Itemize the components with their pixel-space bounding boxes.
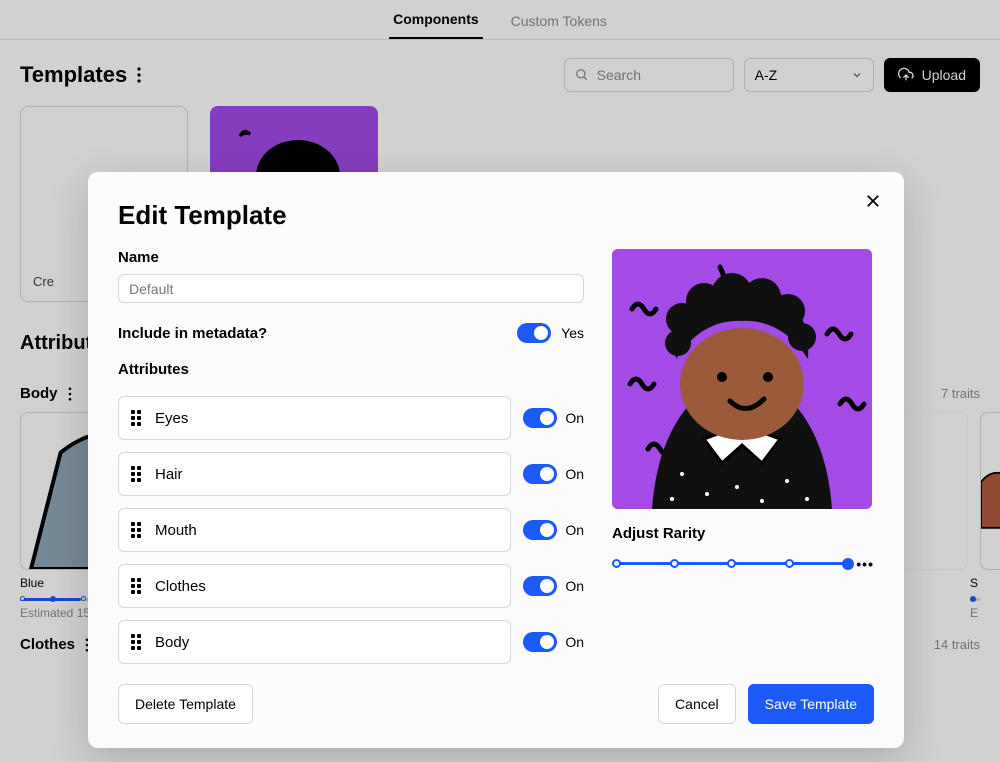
- drag-handle-icon[interactable]: [131, 634, 141, 650]
- delete-template-button[interactable]: Delete Template: [118, 684, 253, 724]
- drag-handle-icon[interactable]: [131, 522, 141, 538]
- attribute-toggle-state: On: [565, 522, 584, 538]
- include-metadata-toggle[interactable]: [517, 323, 551, 343]
- attribute-row: Mouth On: [118, 508, 584, 552]
- adjust-rarity-slider[interactable]: •••: [612, 552, 874, 576]
- attribute-toggle-state: On: [565, 634, 584, 650]
- include-metadata-label: Include in metadata?: [118, 325, 267, 342]
- edit-template-modal: Edit Template Name Include in metadata? …: [88, 172, 904, 748]
- rarity-more-icon[interactable]: •••: [856, 556, 874, 572]
- attributes-list: Eyes On Hair On Mouth On: [118, 396, 584, 668]
- template-name-input[interactable]: [118, 274, 584, 303]
- attributes-label: Attributes: [118, 361, 584, 378]
- attribute-toggle-state: On: [565, 410, 584, 426]
- attribute-row: Hair On: [118, 452, 584, 496]
- attribute-row: Eyes On: [118, 396, 584, 440]
- attribute-row: Body On: [118, 620, 584, 664]
- attribute-toggle-state: On: [565, 466, 584, 482]
- drag-handle-icon[interactable]: [131, 466, 141, 482]
- attribute-item[interactable]: Clothes: [118, 564, 511, 608]
- attribute-name: Eyes: [155, 410, 188, 427]
- name-label: Name: [118, 249, 584, 266]
- drag-handle-icon[interactable]: [131, 578, 141, 594]
- cancel-button[interactable]: Cancel: [658, 684, 736, 724]
- adjust-rarity-label: Adjust Rarity: [612, 525, 874, 542]
- attribute-item[interactable]: Eyes: [118, 396, 511, 440]
- attribute-toggle[interactable]: [523, 464, 557, 484]
- attribute-name: Hair: [155, 466, 183, 483]
- attribute-toggle[interactable]: [523, 520, 557, 540]
- attribute-toggle[interactable]: [523, 576, 557, 596]
- attribute-toggle[interactable]: [523, 408, 557, 428]
- attribute-item[interactable]: Body: [118, 620, 511, 664]
- attribute-row: Clothes On: [118, 564, 584, 608]
- modal-left-column: Name Include in metadata? Yes Attributes…: [118, 249, 584, 668]
- drag-handle-icon[interactable]: [131, 410, 141, 426]
- attribute-toggle-state: On: [565, 578, 584, 594]
- close-icon[interactable]: [864, 192, 882, 210]
- save-template-button[interactable]: Save Template: [748, 684, 874, 724]
- attribute-name: Mouth: [155, 522, 197, 539]
- modal-footer: Delete Template Cancel Save Template: [118, 684, 874, 724]
- attribute-name: Body: [155, 634, 189, 651]
- attribute-item[interactable]: Mouth: [118, 508, 511, 552]
- include-metadata-value: Yes: [561, 325, 584, 341]
- attribute-name: Clothes: [155, 578, 206, 595]
- modal-title: Edit Template: [118, 200, 874, 231]
- template-preview: [612, 249, 872, 509]
- attribute-item[interactable]: Hair: [118, 452, 511, 496]
- attribute-toggle[interactable]: [523, 632, 557, 652]
- modal-right-column: Adjust Rarity •••: [612, 249, 874, 668]
